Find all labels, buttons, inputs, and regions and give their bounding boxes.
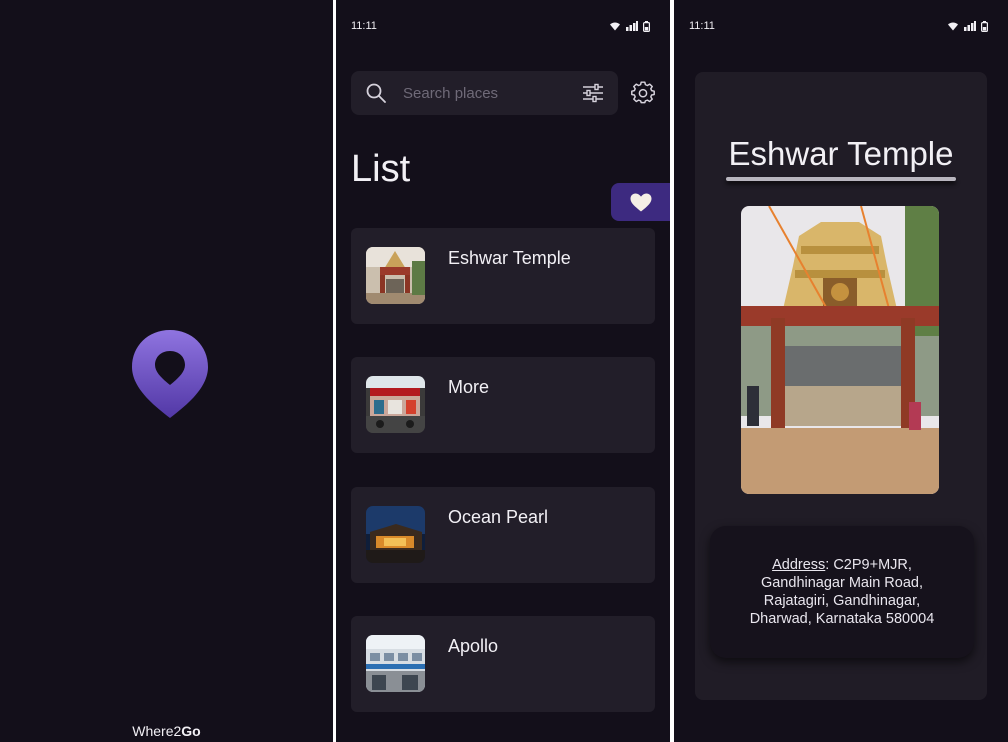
favorites-button[interactable] [611,183,670,221]
status-time: 11:11 [689,20,715,32]
page-title: List [351,148,411,190]
address-line: Gandhinagar Main Road, [760,575,923,591]
detail-screen: 11:11 Eshwar Temple Address: C2P9+MJR, G… [674,0,1008,742]
place-card[interactable]: More [351,357,655,453]
address-label: Address [772,557,826,573]
place-name: More [448,377,490,397]
place-thumbnail [366,635,425,692]
wifi-icon [610,22,620,31]
place-name: Ocean Pearl [448,507,549,527]
brand-prefix: Where2 [132,723,182,739]
signal-icon [964,21,976,31]
search-bar [351,71,618,115]
app-brand-name: Where2Go [0,723,333,739]
place-photo [741,206,939,494]
title-underline [726,177,956,181]
search-input[interactable] [403,83,573,103]
place-name: Eshwar Temple [448,248,571,268]
settings-gear-icon[interactable] [631,81,655,105]
splash-screen: Where2Go [0,0,333,742]
place-thumbnail [366,376,425,433]
status-time: 11:11 [351,20,377,32]
list-screen: 11:11 Search places List Eshwar Temple M… [336,0,670,742]
status-bar: 11:11 [351,18,650,34]
place-card[interactable]: Apollo [351,616,655,712]
place-card[interactable]: Ocean Pearl [351,487,655,583]
address-card: Address: C2P9+MJR, Gandhinagar Main Road… [710,526,974,658]
search-icon[interactable] [366,83,386,103]
place-title: Eshwar Temple [728,135,954,172]
map-pin-icon [132,330,208,418]
battery-icon [981,20,988,32]
address-text: Address: C2P9+MJR, Gandhinagar Main Road… [750,556,935,628]
brand-suffix: Go [181,723,201,739]
heart-icon [630,193,651,211]
place-name: Apollo [448,636,499,656]
battery-icon [643,20,650,32]
address-line: : C2P9+MJR, [825,557,912,573]
signal-icon [626,21,638,31]
wifi-icon [948,22,958,31]
address-line: Dharwad, Karnataka 580004 [749,611,935,627]
status-bar: 11:11 [689,18,988,34]
app-screens: Where2Go 11:11 Search places List Eshwar… [0,0,1008,742]
place-card[interactable]: Eshwar Temple [351,228,655,324]
place-thumbnail [366,506,425,563]
place-detail-panel: Eshwar Temple Address: C2P9+MJR, Gandhin… [695,72,987,700]
filter-sliders-icon[interactable] [582,83,604,103]
place-thumbnail [366,247,425,304]
address-line: Rajatagiri, Gandhinagar, [763,593,921,609]
